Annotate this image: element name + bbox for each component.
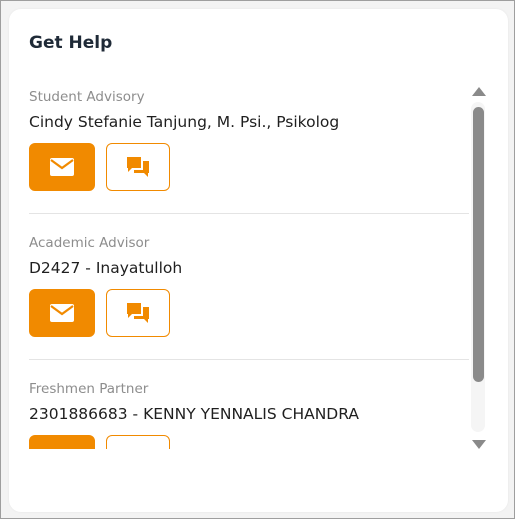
chat-bubbles-icon [127,303,149,323]
contact-name: Cindy Stefanie Tanjung, M. Psi., Psikolo… [29,113,340,131]
panel-title: Get Help [29,33,113,53]
scroll-up-arrow-icon[interactable] [472,87,486,96]
chat-bubbles-icon [127,157,149,177]
chat-bubbles-icon [126,448,150,449]
email-button[interactable] [29,289,95,337]
chat-button[interactable] [106,289,170,337]
vertical-scrollbar[interactable] [470,83,488,449]
contact-role-label: Student Advisory [29,89,145,105]
window-frame: Get Help Student Advisory Cindy Stefanie… [0,0,515,519]
contact-name: 2301886683 - KENNY YENNALIS CHANDRA [29,405,359,423]
scrollbar-thumb[interactable] [473,107,484,382]
chat-button[interactable] [106,143,170,191]
envelope-icon [50,158,74,176]
email-button[interactable] [29,435,95,449]
contact-student-advisory: Student Advisory Cindy Stefanie Tanjung,… [29,81,469,227]
contact-name: D2427 - Inayatulloh [29,259,183,277]
contact-role-label: Academic Advisor [29,235,150,251]
chat-button[interactable] [106,435,170,449]
contacts-scroll-area[interactable]: Student Advisory Cindy Stefanie Tanjung,… [29,81,469,449]
contact-freshmen-partner: Freshmen Partner 2301886683 - KENNY YENN… [29,373,469,449]
contact-role-label: Freshmen Partner [29,381,149,397]
envelope-icon [50,304,74,322]
email-button[interactable] [29,143,95,191]
contact-academic-advisor: Academic Advisor D2427 - Inayatulloh [29,227,469,373]
section-divider [29,213,469,214]
get-help-panel: Get Help Student Advisory Cindy Stefanie… [9,9,508,512]
scroll-down-arrow-icon[interactable] [472,440,486,449]
section-divider [29,359,469,360]
